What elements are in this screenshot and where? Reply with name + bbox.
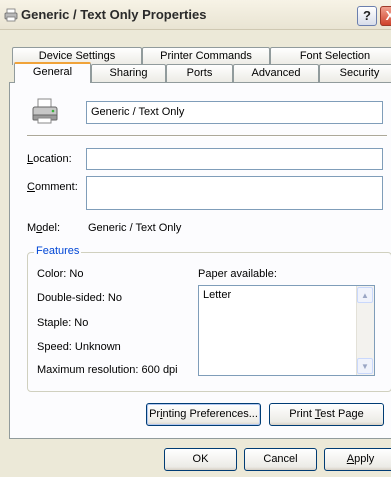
feature-double-sided: Double-sided: No bbox=[37, 292, 122, 304]
apply-button[interactable]: Apply bbox=[324, 448, 391, 471]
help-button[interactable]: ? bbox=[357, 6, 377, 26]
cancel-button[interactable]: Cancel bbox=[244, 448, 317, 471]
tab-advanced[interactable]: Advanced bbox=[233, 64, 319, 82]
features-title: Features bbox=[34, 245, 82, 257]
printer-name-field[interactable]: Generic / Text Only bbox=[86, 101, 383, 124]
ok-button[interactable]: OK bbox=[164, 448, 237, 471]
title-bar[interactable]: Generic / Text Only Properties ? X bbox=[0, 0, 391, 30]
printer-large-icon bbox=[32, 98, 58, 124]
paper-available-label: Paper available: bbox=[198, 268, 277, 280]
close-button[interactable]: X bbox=[380, 6, 391, 26]
tab-sharing[interactable]: Sharing bbox=[91, 64, 166, 82]
paper-available-list[interactable]: Letter ▲ ▼ bbox=[198, 285, 375, 376]
feature-max-resolution: Maximum resolution: 600 dpi bbox=[37, 364, 178, 376]
scrollbar[interactable]: ▲ ▼ bbox=[356, 286, 374, 375]
feature-color: Color: No bbox=[37, 268, 84, 280]
separator bbox=[27, 135, 387, 137]
printing-preferences-button[interactable]: Printing Preferences... bbox=[146, 403, 261, 426]
list-item[interactable]: Letter bbox=[203, 289, 231, 301]
model-value: Generic / Text Only bbox=[88, 222, 182, 234]
tab-printer-commands[interactable]: Printer Commands bbox=[142, 47, 270, 65]
comment-label: Comment: bbox=[27, 181, 78, 193]
feature-speed: Speed: Unknown bbox=[37, 341, 121, 353]
location-input[interactable] bbox=[86, 148, 383, 170]
tab-general[interactable]: General bbox=[14, 62, 91, 83]
printer-icon bbox=[4, 8, 18, 22]
tab-ports[interactable]: Ports bbox=[166, 64, 233, 82]
window-title: Generic / Text Only Properties bbox=[21, 7, 207, 22]
tab-security[interactable]: Security bbox=[319, 64, 391, 82]
feature-staple: Staple: No bbox=[37, 317, 89, 329]
tab-font-selection[interactable]: Font Selection bbox=[270, 47, 391, 65]
location-label: Location: bbox=[27, 153, 72, 165]
comment-input[interactable] bbox=[86, 176, 383, 210]
scroll-up-icon[interactable]: ▲ bbox=[357, 287, 373, 303]
print-test-page-button[interactable]: Print Test Page bbox=[269, 403, 384, 426]
model-label: Model: bbox=[27, 222, 61, 234]
scroll-down-icon[interactable]: ▼ bbox=[357, 358, 373, 374]
